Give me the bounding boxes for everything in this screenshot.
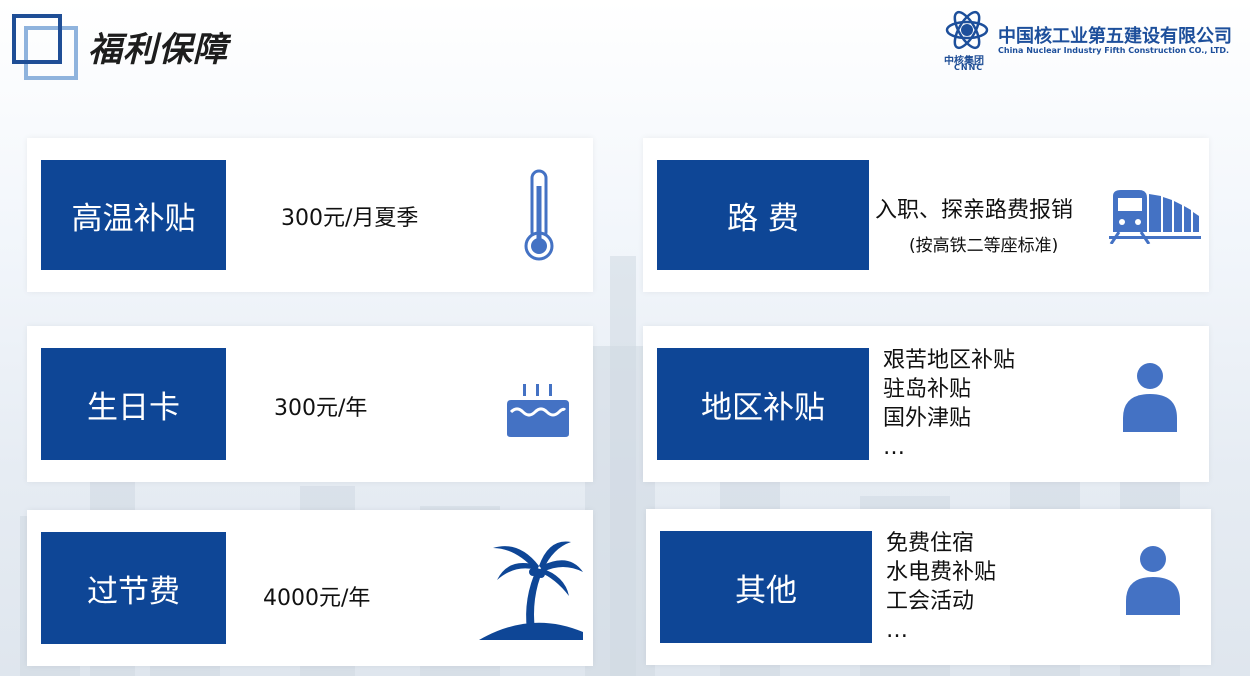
palm-tree-icon xyxy=(479,541,583,640)
card-value: 4000元/年 xyxy=(263,586,371,611)
card-note: (按高铁二等座标准) xyxy=(909,236,1059,256)
card-holiday: 过节费 4000元/年 xyxy=(27,510,593,666)
page-title: 福利保障 xyxy=(88,30,228,70)
list-item: … xyxy=(883,435,905,460)
card-label: 高温补贴 xyxy=(41,160,226,270)
list-item: 水电费补贴 xyxy=(886,560,997,585)
title-decoration xyxy=(12,14,78,80)
company-name-en: China Nuclear Industry Fifth Constructio… xyxy=(998,46,1230,55)
card-value: 300元/年 xyxy=(274,396,368,421)
thermometer-icon xyxy=(524,169,554,261)
card-label: 过节费 xyxy=(41,532,226,644)
card-high-temp: 高温补贴 300元/月夏季 xyxy=(27,138,593,292)
train-icon xyxy=(1109,190,1201,244)
card-list: 艰苦地区补贴 驻岛补贴 国外津贴 … xyxy=(883,346,1015,462)
card-region: 地区补贴 艰苦地区补贴 驻岛补贴 国外津贴 … xyxy=(643,326,1209,482)
card-label: 地区补贴 xyxy=(657,348,869,460)
list-item: 驻岛补贴 xyxy=(883,377,972,402)
card-label: 路 费 xyxy=(657,160,869,270)
card-label: 其他 xyxy=(660,531,872,643)
company-name-cn: 中国核工业第五建设有限公司 xyxy=(998,26,1232,47)
card-list: 免费住宿 水电费补贴 工会活动 … xyxy=(886,529,996,645)
list-item: 免费住宿 xyxy=(886,531,975,556)
group-abbr: CNNC xyxy=(954,63,984,72)
cake-icon xyxy=(507,384,569,437)
list-item: 艰苦地区补贴 xyxy=(883,348,1016,373)
card-value: 入职、探亲路费报销 xyxy=(875,198,1074,223)
card-birthday: 生日卡 300元/年 xyxy=(27,326,593,482)
person-icon xyxy=(1123,363,1177,432)
person-icon xyxy=(1126,546,1180,615)
card-travel: 路 费 入职、探亲路费报销 (按高铁二等座标准) xyxy=(643,138,1209,292)
company-logo: 中核集团 CNNC 中国核工业第五建设有限公司 China Nuclear In… xyxy=(940,10,1245,72)
card-value: 300元/月夏季 xyxy=(281,206,419,231)
list-item: 国外津贴 xyxy=(883,406,972,431)
list-item: 工会活动 xyxy=(886,589,975,614)
card-label: 生日卡 xyxy=(41,348,226,460)
list-item: … xyxy=(886,618,908,643)
card-other: 其他 免费住宿 水电费补贴 工会活动 … xyxy=(646,509,1211,665)
